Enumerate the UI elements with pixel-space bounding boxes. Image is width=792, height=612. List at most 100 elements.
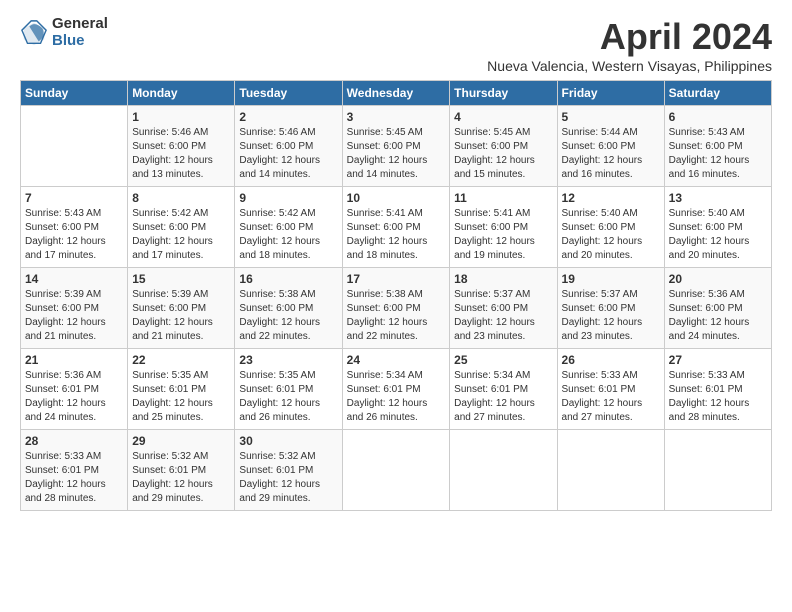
calendar-cell — [342, 430, 450, 511]
logo-icon — [20, 19, 48, 47]
calendar-cell: 3Sunrise: 5:45 AM Sunset: 6:00 PM Daylig… — [342, 106, 450, 187]
day-number: 1 — [132, 110, 230, 124]
day-number: 19 — [562, 272, 660, 286]
day-detail: Sunrise: 5:39 AM Sunset: 6:00 PM Dayligh… — [132, 288, 230, 344]
calendar-cell: 23Sunrise: 5:35 AM Sunset: 6:01 PM Dayli… — [235, 349, 342, 430]
day-detail: Sunrise: 5:33 AM Sunset: 6:01 PM Dayligh… — [25, 450, 123, 506]
calendar-cell: 30 Sunrise: 5:32 AM Sunset: 6:01 PM Dayli… — [235, 430, 342, 511]
calendar-cell: 17Sunrise: 5:38 AM Sunset: 6:00 PM Dayli… — [342, 268, 450, 349]
day-detail: Sunrise: 5:32 AM Sunset: 6:01 PM Dayligh… — [239, 450, 337, 506]
day-detail: Sunrise: 5:46 AM Sunset: 6:00 PM Dayligh… — [239, 126, 337, 182]
day-detail: Sunrise: 5:36 AM Sunset: 6:00 PM Dayligh… — [669, 288, 767, 344]
day-detail: Sunrise: 5:39 AM Sunset: 6:00 PM Dayligh… — [25, 288, 123, 344]
day-number: 21 — [25, 353, 123, 367]
logo-text: General Blue — [52, 16, 108, 49]
day-number: 6 — [669, 110, 767, 124]
header-saturday: Saturday — [664, 81, 771, 106]
day-detail: Sunrise: 5:34 AM Sunset: 6:01 PM Dayligh… — [454, 369, 552, 425]
day-number: 30 — [239, 434, 337, 448]
day-number: 17 — [347, 272, 446, 286]
day-number: 28 — [25, 434, 123, 448]
day-detail: Sunrise: 5:46 AM Sunset: 6:00 PM Dayligh… — [132, 126, 230, 182]
day-detail: Sunrise: 5:33 AM Sunset: 6:01 PM Dayligh… — [669, 369, 767, 425]
logo-general: General — [52, 16, 108, 33]
calendar-cell: 11Sunrise: 5:41 AM Sunset: 6:00 PM Dayli… — [450, 187, 557, 268]
day-detail: Sunrise: 5:44 AM Sunset: 6:00 PM Dayligh… — [562, 126, 660, 182]
calendar-header-row: Sunday Monday Tuesday Wednesday Thursday… — [21, 81, 772, 106]
calendar-week-3: 14 Sunrise: 5:39 AM Sunset: 6:00 PM Dayli… — [21, 268, 772, 349]
title-block: April 2024 Nueva Valencia, Western Visay… — [487, 16, 772, 74]
day-number: 13 — [669, 191, 767, 205]
day-detail: Sunrise: 5:43 AM Sunset: 6:00 PM Dayligh… — [25, 207, 123, 263]
day-number: 12 — [562, 191, 660, 205]
day-detail: Sunrise: 5:40 AM Sunset: 6:00 PM Dayligh… — [669, 207, 767, 263]
page-header: General Blue April 2024 Nueva Valencia, … — [20, 16, 772, 74]
day-number: 16 — [239, 272, 337, 286]
day-detail: Sunrise: 5:42 AM Sunset: 6:00 PM Dayligh… — [239, 207, 337, 263]
calendar-cell: 22 Sunrise: 5:35 AM Sunset: 6:01 PM Dayli… — [128, 349, 235, 430]
calendar-week-4: 21 Sunrise: 5:36 AM Sunset: 6:01 PM Dayli… — [21, 349, 772, 430]
day-number: 27 — [669, 353, 767, 367]
header-tuesday: Tuesday — [235, 81, 342, 106]
calendar-cell — [21, 106, 128, 187]
calendar-table: Sunday Monday Tuesday Wednesday Thursday… — [20, 80, 772, 511]
calendar-cell: 26 Sunrise: 5:33 AM Sunset: 6:01 PM Dayli… — [557, 349, 664, 430]
day-number: 9 — [239, 191, 337, 205]
day-number: 11 — [454, 191, 552, 205]
day-detail: Sunrise: 5:45 AM Sunset: 6:00 PM Dayligh… — [454, 126, 552, 182]
day-detail: Sunrise: 5:35 AM Sunset: 6:01 PM Dayligh… — [132, 369, 230, 425]
header-monday: Monday — [128, 81, 235, 106]
calendar-cell: 5 Sunrise: 5:44 AM Sunset: 6:00 PM Daylig… — [557, 106, 664, 187]
calendar-cell — [557, 430, 664, 511]
calendar-cell: 25 Sunrise: 5:34 AM Sunset: 6:01 PM Dayli… — [450, 349, 557, 430]
day-number: 18 — [454, 272, 552, 286]
calendar-week-5: 28 Sunrise: 5:33 AM Sunset: 6:01 PM Dayli… — [21, 430, 772, 511]
header-thursday: Thursday — [450, 81, 557, 106]
calendar-cell: 21 Sunrise: 5:36 AM Sunset: 6:01 PM Dayli… — [21, 349, 128, 430]
day-number: 29 — [132, 434, 230, 448]
calendar-cell: 6 Sunrise: 5:43 AM Sunset: 6:00 PM Daylig… — [664, 106, 771, 187]
logo-blue: Blue — [52, 33, 108, 50]
header-wednesday: Wednesday — [342, 81, 450, 106]
calendar-cell: 10 Sunrise: 5:41 AM Sunset: 6:00 PM Dayli… — [342, 187, 450, 268]
logo: General Blue — [20, 16, 108, 49]
calendar-cell: 20 Sunrise: 5:36 AM Sunset: 6:00 PM Dayli… — [664, 268, 771, 349]
day-number: 20 — [669, 272, 767, 286]
calendar-cell: 16Sunrise: 5:38 AM Sunset: 6:00 PM Dayli… — [235, 268, 342, 349]
day-number: 15 — [132, 272, 230, 286]
day-detail: Sunrise: 5:43 AM Sunset: 6:00 PM Dayligh… — [669, 126, 767, 182]
day-number: 22 — [132, 353, 230, 367]
day-detail: Sunrise: 5:33 AM Sunset: 6:01 PM Dayligh… — [562, 369, 660, 425]
calendar-week-2: 7 Sunrise: 5:43 AM Sunset: 6:00 PM Daylig… — [21, 187, 772, 268]
day-detail: Sunrise: 5:41 AM Sunset: 6:00 PM Dayligh… — [347, 207, 446, 263]
calendar-cell: 15 Sunrise: 5:39 AM Sunset: 6:00 PM Dayli… — [128, 268, 235, 349]
day-detail: Sunrise: 5:35 AM Sunset: 6:01 PM Dayligh… — [239, 369, 337, 425]
day-number: 14 — [25, 272, 123, 286]
calendar-cell: 2Sunrise: 5:46 AM Sunset: 6:00 PM Daylig… — [235, 106, 342, 187]
calendar-cell: 19 Sunrise: 5:37 AM Sunset: 6:00 PM Dayli… — [557, 268, 664, 349]
calendar-cell: 7 Sunrise: 5:43 AM Sunset: 6:00 PM Daylig… — [21, 187, 128, 268]
day-number: 25 — [454, 353, 552, 367]
calendar-cell: 14 Sunrise: 5:39 AM Sunset: 6:00 PM Dayli… — [21, 268, 128, 349]
calendar-cell: 1 Sunrise: 5:46 AM Sunset: 6:00 PM Daylig… — [128, 106, 235, 187]
calendar-cell: 8Sunrise: 5:42 AM Sunset: 6:00 PM Daylig… — [128, 187, 235, 268]
day-number: 26 — [562, 353, 660, 367]
calendar-cell: 28 Sunrise: 5:33 AM Sunset: 6:01 PM Dayli… — [21, 430, 128, 511]
calendar-cell: 12 Sunrise: 5:40 AM Sunset: 6:00 PM Dayli… — [557, 187, 664, 268]
calendar-cell: 18Sunrise: 5:37 AM Sunset: 6:00 PM Dayli… — [450, 268, 557, 349]
day-number: 10 — [347, 191, 446, 205]
calendar-cell: 4 Sunrise: 5:45 AM Sunset: 6:00 PM Daylig… — [450, 106, 557, 187]
day-number: 7 — [25, 191, 123, 205]
calendar-cell: 29Sunrise: 5:32 AM Sunset: 6:01 PM Dayli… — [128, 430, 235, 511]
day-detail: Sunrise: 5:37 AM Sunset: 6:00 PM Dayligh… — [562, 288, 660, 344]
calendar-cell: 27 Sunrise: 5:33 AM Sunset: 6:01 PM Dayli… — [664, 349, 771, 430]
day-detail: Sunrise: 5:40 AM Sunset: 6:00 PM Dayligh… — [562, 207, 660, 263]
day-number: 3 — [347, 110, 446, 124]
day-number: 5 — [562, 110, 660, 124]
day-detail: Sunrise: 5:36 AM Sunset: 6:01 PM Dayligh… — [25, 369, 123, 425]
location-subtitle: Nueva Valencia, Western Visayas, Philipp… — [487, 58, 772, 74]
day-detail: Sunrise: 5:42 AM Sunset: 6:00 PM Dayligh… — [132, 207, 230, 263]
calendar-cell: 9 Sunrise: 5:42 AM Sunset: 6:00 PM Daylig… — [235, 187, 342, 268]
day-number: 4 — [454, 110, 552, 124]
header-friday: Friday — [557, 81, 664, 106]
